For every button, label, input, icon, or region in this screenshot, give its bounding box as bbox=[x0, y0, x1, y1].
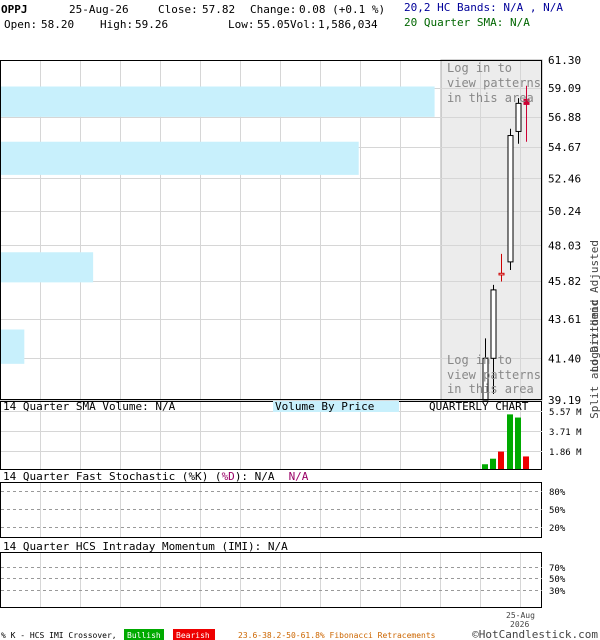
stoch-tick-20: 20% bbox=[549, 524, 566, 534]
stochastic-panel: 14 Quarter Fast Stochastic (%K) (%D): N/… bbox=[0, 470, 566, 538]
symbol: OPPJ bbox=[1, 3, 28, 16]
chart-stage: OPPJ 25-Aug-26 Close: 57.82 Change: 0.08… bbox=[0, 1, 600, 640]
sma-label: 20 Quarter SMA: N/A bbox=[404, 16, 530, 29]
candle-body bbox=[515, 102, 522, 132]
volume-bar bbox=[482, 464, 488, 469]
price-tick-label: 54.67 bbox=[548, 141, 581, 154]
price-tick-label: 45.82 bbox=[548, 275, 581, 288]
vbp-bar bbox=[1, 252, 94, 283]
login-top-line-2[interactable]: view patterns bbox=[447, 76, 541, 90]
price-tick-label: 41.40 bbox=[548, 352, 581, 365]
stoch-tick-50: 50% bbox=[549, 506, 566, 516]
date: 25-Aug-26 bbox=[69, 3, 129, 16]
price-tick-label: 59.09 bbox=[548, 82, 581, 95]
legend-prefix: % K - HCS IMI Crossover, bbox=[1, 631, 117, 640]
vbp-bar bbox=[1, 141, 359, 175]
price-tick-label: 52.46 bbox=[548, 172, 581, 185]
imi-tick-30: 30% bbox=[549, 587, 566, 597]
close-value: 57.82 bbox=[202, 3, 235, 16]
fibonacci-label: 23.6-38.2-50-61.8% Fibonacci Retracement… bbox=[238, 631, 436, 640]
imi-tick-70: 70% bbox=[549, 564, 566, 574]
price-axis-ticks: 61.30 59.09 56.88 54.67 52.46 50.24 48.03 45.82… bbox=[548, 54, 581, 407]
logarithmic-label: Logarithmic bbox=[588, 299, 600, 372]
volume-bar bbox=[523, 456, 529, 469]
stochastic-grid bbox=[1, 483, 542, 537]
change-label: Change: bbox=[250, 3, 296, 16]
vbp-bar bbox=[1, 329, 25, 364]
stochastic-label: 14 Quarter Fast Stochastic (%K) (%D): N/… bbox=[3, 470, 309, 483]
candle-body bbox=[498, 272, 505, 276]
open-value: 58.20 bbox=[41, 18, 74, 31]
volume-bar bbox=[498, 451, 504, 469]
low-value: 55.05 bbox=[257, 18, 290, 31]
vol-label: Vol: bbox=[290, 18, 317, 31]
volume-tick-1: 5.57 M bbox=[549, 408, 582, 418]
imi-label: 14 Quarter HCS Intraday Momentum (IMI): … bbox=[3, 540, 288, 553]
volume-by-price-label: Volume By Price bbox=[275, 400, 374, 413]
volume-bar bbox=[507, 414, 513, 469]
header: OPPJ 25-Aug-26 Close: 57.82 Change: 0.08… bbox=[1, 1, 563, 31]
quarterly-chart-label: QUARTERLY CHART bbox=[429, 400, 529, 413]
bearish-label: Bearish bbox=[176, 631, 210, 640]
high-value: 59.26 bbox=[135, 18, 168, 31]
price-tick-label: 50.24 bbox=[548, 205, 581, 218]
volume-panel: 14 Quarter SMA Volume: N/A Volume By Pri… bbox=[0, 400, 582, 470]
vol-value: 1,586,034 bbox=[318, 18, 378, 31]
login-top-line-1[interactable]: Log in to bbox=[447, 61, 512, 75]
login-bottom-line-3[interactable]: in this area bbox=[447, 382, 534, 396]
price-tick-label: 43.61 bbox=[548, 313, 581, 326]
volume-tick-2: 3.71 M bbox=[549, 428, 582, 438]
volume-sma-label: 14 Quarter SMA Volume: N/A bbox=[3, 400, 176, 413]
brand-link[interactable]: ©HotCandlestick.com bbox=[472, 628, 598, 640]
price-tick-label: 56.88 bbox=[548, 111, 581, 124]
price-tick-label: 48.03 bbox=[548, 239, 581, 252]
candle-body bbox=[507, 135, 514, 263]
login-bottom-line-2[interactable]: view patterns bbox=[447, 368, 541, 382]
login-top-line-3[interactable]: in this area bbox=[447, 91, 534, 105]
imi-panel-border bbox=[0, 552, 542, 608]
vbp-bar bbox=[1, 86, 435, 117]
low-label: Low: bbox=[228, 18, 255, 31]
open-label: Open: bbox=[4, 18, 37, 31]
x-axis-date: 25-Aug bbox=[506, 611, 535, 620]
volume-tick-3: 1.86 M bbox=[549, 448, 582, 458]
change-value: 0.08 (+0.1 %) bbox=[299, 3, 385, 16]
price-panel: Log in to view patterns in this area Log… bbox=[0, 54, 600, 419]
hc-bands-label: 20,2 HC Bands: N/A , N/A bbox=[404, 1, 563, 14]
bullish-label: Bullish bbox=[127, 631, 161, 640]
candle-body bbox=[490, 289, 497, 359]
imi-panel: 14 Quarter HCS Intraday Momentum (IMI): … bbox=[0, 540, 566, 608]
login-bottom-line-1[interactable]: Log in to bbox=[447, 353, 512, 367]
close-label: Close: bbox=[158, 3, 198, 16]
imi-grid bbox=[1, 553, 542, 607]
footer: % K - HCS IMI Crossover, Bullish Bearish… bbox=[1, 628, 598, 640]
high-label: High: bbox=[100, 18, 133, 31]
volume-bar bbox=[490, 458, 496, 469]
volume-bar bbox=[515, 417, 521, 469]
price-tick-label: 39.19 bbox=[548, 394, 581, 407]
imi-tick-50: 50% bbox=[549, 575, 566, 585]
price-tick-label: 61.30 bbox=[548, 54, 581, 67]
stoch-tick-80: 80% bbox=[549, 488, 566, 498]
